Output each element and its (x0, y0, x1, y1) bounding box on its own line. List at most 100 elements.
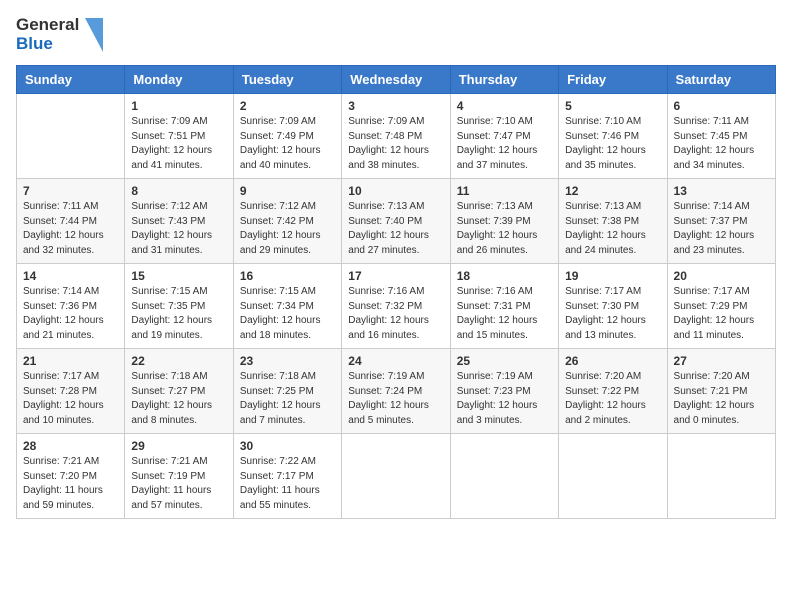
day-number: 19 (565, 269, 660, 283)
day-number: 9 (240, 184, 335, 198)
day-number: 18 (457, 269, 552, 283)
day-info: Sunrise: 7:13 AM Sunset: 7:39 PM Dayligh… (457, 200, 552, 258)
logo-blue: Blue (16, 35, 79, 54)
calendar-cell: 15Sunrise: 7:15 AM Sunset: 7:35 PM Dayli… (125, 264, 233, 349)
day-number: 5 (565, 99, 660, 113)
calendar-week-row: 7 Sunrise: 7:11 AM Sunset: 7:44 PM Daylig… (17, 179, 776, 264)
day-number: 4 (457, 99, 552, 113)
day-number: 15 (131, 269, 226, 283)
day-info: Sunrise: 7:10 AM Sunset: 7:46 PM Dayligh… (565, 115, 660, 173)
calendar-week-row: 21 Sunrise: 7:17 AM Sunset: 7:28 PM Dayli… (17, 349, 776, 434)
day-info: Sunrise: 7:09 AM Sunset: 7:48 PM Dayligh… (348, 115, 443, 173)
day-number: 10 (348, 184, 443, 198)
day-number: 7 (23, 184, 118, 198)
day-number: 20 (674, 269, 769, 283)
calendar-cell: 26Sunrise: 7:20 AM Sunset: 7:22 PM Dayli… (559, 349, 667, 434)
calendar-cell: 4 Sunrise: 7:10 AM Sunset: 7:47 PM Daylig… (450, 94, 558, 179)
day-number: 21 (23, 354, 118, 368)
day-info: Sunrise: 7:09 AM Sunset: 7:51 PM Dayligh… (131, 115, 226, 173)
weekday-header: Wednesday (342, 66, 450, 94)
calendar-cell: 2 Sunrise: 7:09 AM Sunset: 7:49 PM Daylig… (233, 94, 341, 179)
calendar-cell (667, 434, 775, 519)
day-number: 17 (348, 269, 443, 283)
calendar-week-row: 14 Sunrise: 7:14 AM Sunset: 7:36 PM Dayli… (17, 264, 776, 349)
calendar-cell: 17 Sunrise: 7:16 AM Sunset: 7:32 PM Dayli… (342, 264, 450, 349)
calendar-cell: 24 Sunrise: 7:19 AM Sunset: 7:24 PM Dayli… (342, 349, 450, 434)
calendar-cell (342, 434, 450, 519)
weekday-header: Sunday (17, 66, 125, 94)
day-info: Sunrise: 7:17 AM Sunset: 7:28 PM Dayligh… (23, 370, 118, 428)
day-info: Sunrise: 7:15 AM Sunset: 7:34 PM Dayligh… (240, 285, 335, 343)
calendar-cell: 7 Sunrise: 7:11 AM Sunset: 7:44 PM Daylig… (17, 179, 125, 264)
day-number: 16 (240, 269, 335, 283)
calendar-cell: 10 Sunrise: 7:13 AM Sunset: 7:40 PM Dayli… (342, 179, 450, 264)
calendar-cell: 1 Sunrise: 7:09 AM Sunset: 7:51 PM Daylig… (125, 94, 233, 179)
day-info: Sunrise: 7:11 AM Sunset: 7:44 PM Dayligh… (23, 200, 118, 258)
day-number: 27 (674, 354, 769, 368)
day-info: Sunrise: 7:18 AM Sunset: 7:25 PM Dayligh… (240, 370, 335, 428)
day-info: Sunrise: 7:19 AM Sunset: 7:23 PM Dayligh… (457, 370, 552, 428)
calendar-cell: 19 Sunrise: 7:17 AM Sunset: 7:30 PM Dayli… (559, 264, 667, 349)
day-number: 14 (23, 269, 118, 283)
calendar-cell (450, 434, 558, 519)
weekday-header: Thursday (450, 66, 558, 94)
calendar-cell: 27 Sunrise: 7:20 AM Sunset: 7:21 PM Dayli… (667, 349, 775, 434)
weekday-header: Monday (125, 66, 233, 94)
day-info: Sunrise: 7:13 AM Sunset: 7:38 PM Dayligh… (565, 200, 660, 258)
day-number: 8 (131, 184, 226, 198)
day-info: Sunrise: 7:12 AM Sunset: 7:43 PM Dayligh… (131, 200, 226, 258)
day-number: 1 (131, 99, 226, 113)
day-number: 30 (240, 439, 335, 453)
day-info: Sunrise: 7:17 AM Sunset: 7:29 PM Dayligh… (674, 285, 769, 343)
calendar-cell: 9 Sunrise: 7:12 AM Sunset: 7:42 PM Daylig… (233, 179, 341, 264)
day-info: Sunrise: 7:14 AM Sunset: 7:37 PM Dayligh… (674, 200, 769, 258)
calendar-cell: 22 Sunrise: 7:18 AM Sunset: 7:27 PM Dayli… (125, 349, 233, 434)
logo: General Blue (16, 16, 103, 53)
weekday-header: Saturday (667, 66, 775, 94)
day-info: Sunrise: 7:10 AM Sunset: 7:47 PM Dayligh… (457, 115, 552, 173)
day-info: Sunrise: 7:17 AM Sunset: 7:30 PM Dayligh… (565, 285, 660, 343)
calendar-cell: 3 Sunrise: 7:09 AM Sunset: 7:48 PM Daylig… (342, 94, 450, 179)
day-number: 2 (240, 99, 335, 113)
calendar-cell: 30Sunrise: 7:22 AM Sunset: 7:17 PM Dayli… (233, 434, 341, 519)
day-info: Sunrise: 7:19 AM Sunset: 7:24 PM Dayligh… (348, 370, 443, 428)
logo-bird-icon (81, 18, 103, 52)
day-info: Sunrise: 7:13 AM Sunset: 7:40 PM Dayligh… (348, 200, 443, 258)
calendar-cell: 14 Sunrise: 7:14 AM Sunset: 7:36 PM Dayli… (17, 264, 125, 349)
calendar-cell: 25 Sunrise: 7:19 AM Sunset: 7:23 PM Dayli… (450, 349, 558, 434)
day-info: Sunrise: 7:16 AM Sunset: 7:32 PM Dayligh… (348, 285, 443, 343)
logo-wordmark: General Blue (16, 16, 103, 53)
day-number: 25 (457, 354, 552, 368)
day-number: 11 (457, 184, 552, 198)
day-number: 29 (131, 439, 226, 453)
calendar-cell (559, 434, 667, 519)
calendar-cell: 29 Sunrise: 7:21 AM Sunset: 7:19 PM Dayli… (125, 434, 233, 519)
day-number: 24 (348, 354, 443, 368)
day-info: Sunrise: 7:14 AM Sunset: 7:36 PM Dayligh… (23, 285, 118, 343)
day-info: Sunrise: 7:16 AM Sunset: 7:31 PM Dayligh… (457, 285, 552, 343)
calendar-cell: 16 Sunrise: 7:15 AM Sunset: 7:34 PM Dayli… (233, 264, 341, 349)
calendar-cell: 20 Sunrise: 7:17 AM Sunset: 7:29 PM Dayli… (667, 264, 775, 349)
day-number: 26 (565, 354, 660, 368)
calendar-cell: 18 Sunrise: 7:16 AM Sunset: 7:31 PM Dayli… (450, 264, 558, 349)
day-info: Sunrise: 7:18 AM Sunset: 7:27 PM Dayligh… (131, 370, 226, 428)
day-info: Sunrise: 7:09 AM Sunset: 7:49 PM Dayligh… (240, 115, 335, 173)
calendar-header-row: SundayMondayTuesdayWednesdayThursdayFrid… (17, 66, 776, 94)
day-number: 3 (348, 99, 443, 113)
logo-general: General (16, 16, 79, 35)
day-number: 28 (23, 439, 118, 453)
day-number: 12 (565, 184, 660, 198)
day-info: Sunrise: 7:20 AM Sunset: 7:21 PM Dayligh… (674, 370, 769, 428)
calendar-cell: 8 Sunrise: 7:12 AM Sunset: 7:43 PM Daylig… (125, 179, 233, 264)
day-number: 6 (674, 99, 769, 113)
day-info: Sunrise: 7:11 AM Sunset: 7:45 PM Dayligh… (674, 115, 769, 173)
day-info: Sunrise: 7:21 AM Sunset: 7:19 PM Dayligh… (131, 455, 226, 513)
day-info: Sunrise: 7:21 AM Sunset: 7:20 PM Dayligh… (23, 455, 118, 513)
calendar-cell (17, 94, 125, 179)
day-info: Sunrise: 7:12 AM Sunset: 7:42 PM Dayligh… (240, 200, 335, 258)
day-number: 13 (674, 184, 769, 198)
calendar-week-row: 1 Sunrise: 7:09 AM Sunset: 7:51 PM Daylig… (17, 94, 776, 179)
calendar-cell: 28 Sunrise: 7:21 AM Sunset: 7:20 PM Dayli… (17, 434, 125, 519)
day-number: 22 (131, 354, 226, 368)
calendar-cell: 13 Sunrise: 7:14 AM Sunset: 7:37 PM Dayli… (667, 179, 775, 264)
